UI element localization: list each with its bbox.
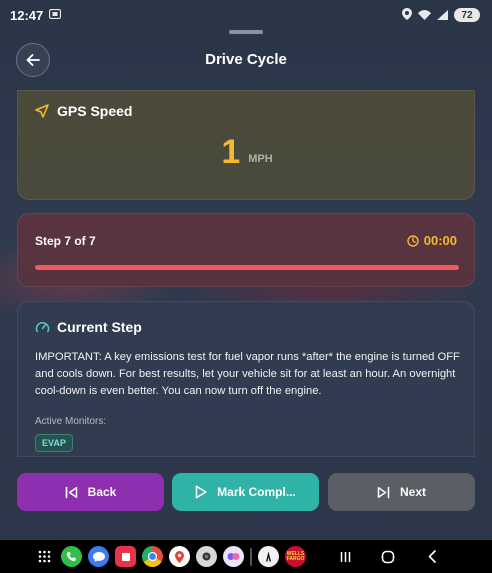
back-button-label: Back [87, 485, 117, 499]
status-right: 72 [402, 7, 480, 23]
skip-forward-icon [377, 486, 390, 498]
monitor-tag-evap: EVAP [35, 434, 73, 452]
step-progress-card: Step 7 of 7 00:00 [17, 213, 475, 287]
sheet-drag-handle[interactable] [229, 30, 263, 34]
current-step-card: Current Step IMPORTANT: A key emissions … [17, 301, 475, 457]
gauge-icon [35, 321, 50, 332]
phone-app-icon[interactable] [61, 546, 82, 567]
home-icon [381, 550, 395, 563]
mark-complete-label: Mark Compl... [217, 485, 296, 499]
gps-speed-header: GPS Speed [35, 103, 132, 119]
system-back-button[interactable] [417, 540, 447, 573]
page-title: Drive Cycle [205, 51, 287, 68]
gps-speed-unit: MPH [248, 153, 273, 165]
wells-fargo-label: WELLS FARGO [286, 550, 305, 562]
home-button[interactable] [373, 540, 403, 573]
app-drawer-icon[interactable] [34, 546, 55, 567]
step-counter: Step 7 of 7 [35, 234, 96, 248]
location-icon [402, 7, 412, 23]
battery-indicator: 72 [454, 8, 480, 22]
camera-app-icon[interactable] [196, 546, 217, 567]
next-button[interactable]: Next [328, 473, 475, 511]
gps-speed-label: GPS Speed [57, 103, 133, 119]
drive-cycle-screen: 12:47 72 Drive Cycle GPS Speed 1 MPH Ste… [0, 0, 492, 573]
status-left: 12:47 [10, 7, 62, 23]
multi-app-icon[interactable] [223, 546, 244, 567]
current-step-header: Current Step [35, 319, 142, 335]
chevron-left-icon [428, 550, 436, 563]
status-bar: 12:47 72 [0, 0, 492, 30]
step-progress-bar [35, 265, 459, 270]
messages-app-icon[interactable] [88, 546, 109, 567]
play-icon [195, 485, 207, 499]
current-step-title: Current Step [57, 319, 142, 335]
back-button[interactable]: Back [17, 473, 164, 511]
recents-icon [340, 551, 350, 562]
maps-app-icon[interactable] [169, 546, 190, 567]
status-time: 12:47 [10, 7, 44, 23]
wells-fargo-app-icon[interactable]: WELLS FARGO [285, 546, 306, 567]
assistant-app-icon[interactable] [258, 546, 279, 567]
signal-icon [437, 8, 448, 23]
skip-back-icon [65, 486, 77, 498]
active-monitors-label: Active Monitors: [35, 416, 107, 427]
timer-value: 00:00 [423, 233, 457, 248]
wifi-icon [418, 8, 431, 23]
clock-icon [407, 234, 419, 247]
gps-speed-readout: 1 MPH [18, 133, 476, 171]
screenshot-notification-icon [49, 8, 62, 22]
step-progress-fill [35, 265, 459, 270]
dash-divider-icon [250, 547, 252, 566]
header: Drive Cycle [0, 42, 492, 78]
current-step-instructions: IMPORTANT: A key emissions test for fuel… [35, 351, 460, 397]
notes-app-icon[interactable] [115, 546, 136, 567]
step-timer: 00:00 [407, 233, 457, 248]
next-button-label: Next [399, 485, 426, 499]
chrome-app-icon[interactable] [142, 546, 163, 567]
system-nav-bar: WELLS FARGO [0, 540, 492, 573]
mark-complete-button[interactable]: Mark Compl... [172, 473, 319, 511]
gps-speed-card: GPS Speed 1 MPH [17, 90, 475, 200]
navigation-arrow-icon [35, 104, 49, 118]
gps-speed-value: 1 [221, 133, 241, 171]
recents-button[interactable] [330, 540, 360, 573]
